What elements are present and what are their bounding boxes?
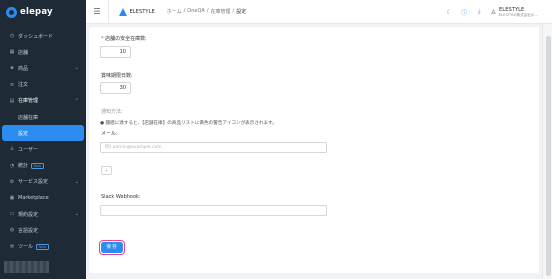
sidebar-nav: ◷ ダッシュボード ▦ 店舗 ◈ 商品 ⌄ ≡ 注文 ▤ 在庫管理 ⌃ 店舗在庫… (0, 24, 86, 255)
user-icon: ♙ (9, 146, 15, 153)
sidebar-item-tools[interactable]: ⚒ ツール New (0, 238, 86, 254)
sidebar-item-label: 言語設定 (18, 227, 39, 234)
new-badge: New (31, 162, 44, 169)
chevron-down-icon: ⌄ (74, 211, 79, 218)
tag-icon: ◈ (10, 65, 14, 72)
sidebar-item-label: 規約設定 (18, 211, 39, 218)
breadcrumb: ホーム / OneQA / 在庫管理 / 設定 (167, 8, 247, 15)
brand: ELESTYLE (118, 7, 155, 16)
expiry-days-label: 賞味期限日数: (101, 73, 133, 79)
chevron-down-icon: ⌄ (74, 178, 79, 185)
required-mark: * (101, 36, 104, 42)
scrollbar-thumb[interactable] (545, 36, 551, 276)
sidebar-item-inventory[interactable]: ▤ 在庫管理 ⌃ (0, 93, 86, 109)
breadcrumb-separator: / (232, 8, 235, 14)
chart-icon: ◔ (9, 162, 15, 169)
safety-stock-label-text: 店舗の安全在庫数: (105, 36, 147, 42)
elepay-logo-icon (6, 6, 17, 18)
sidebar-item-service-settings[interactable]: ⚙ サービス設定 ⌄ (0, 174, 86, 190)
sidebar-item-orders[interactable]: ≡ 注文 (0, 77, 86, 93)
expiry-days-input[interactable]: 30 (100, 82, 131, 94)
sidebar-item-terms[interactable]: ▭ 規約設定 ⌄ (0, 206, 86, 222)
sidebar-item-label: 店舗 (18, 49, 29, 56)
add-mail-button[interactable]: + (101, 166, 112, 175)
sidebar-item-label: ツール (18, 244, 34, 251)
sidebar-item-label: 在庫管理 (18, 98, 39, 105)
user-menu[interactable]: ♙ ELESTYLE ELESTYLE株式会社(E... (491, 7, 552, 18)
order-icon: ≡ (9, 81, 15, 88)
inventory-icon: ▤ (9, 97, 15, 104)
slack-webhook-input[interactable] (100, 205, 327, 216)
logo-text: elepay (20, 7, 53, 17)
clock-icon: ◷ (9, 33, 15, 40)
sidebar-item-label: 設定 (18, 130, 29, 137)
sidebar-item-label: 注文 (18, 82, 29, 89)
sidebar-item-marketplace[interactable]: ▣ Marketplace (0, 190, 86, 206)
brand-name: ELESTYLE (129, 8, 155, 15)
brand-logo-icon (118, 7, 127, 16)
user-avatar-icon: ♙ (490, 8, 497, 16)
breadcrumb-separator: / (206, 8, 209, 14)
sidebar-item-stores[interactable]: ▦ 店舗 (0, 44, 86, 60)
safety-stock-input[interactable]: 10 (100, 46, 131, 58)
sidebar-item-users[interactable]: ♙ ユーザー (0, 141, 86, 157)
user-info: ELESTYLE ELESTYLE株式会社(E... (499, 7, 538, 18)
safety-stock-label: * 店舗の安全在庫数: (101, 35, 147, 42)
breadcrumb-oneqa[interactable]: OneQA (187, 8, 205, 15)
sidebar-item-products[interactable]: ◈ 商品 ⌄ (0, 60, 86, 76)
moon-icon[interactable]: ☾ (442, 9, 457, 16)
save-button[interactable]: 保存 (101, 242, 123, 253)
market-icon: ▣ (9, 194, 15, 201)
sidebar-item-stats[interactable]: ◔ 統計 New (0, 158, 86, 174)
header-actions: ☾ ⓘ ⤓ ♙ ELESTYLE ELESTYLE株式会社(E... (442, 0, 552, 24)
sidebar-item-settings[interactable]: 設定 (2, 125, 84, 142)
sidebar-item-label: ユーザー (18, 146, 38, 153)
menu-toggle-icon[interactable]: ☰ (88, 7, 106, 16)
breadcrumb-settings: 設定 (236, 9, 247, 15)
blurred-footer (4, 261, 49, 273)
gear-icon: ⚙ (9, 178, 15, 185)
globe-icon: ◍ (9, 227, 15, 234)
top-header: ☰ ELESTYLE ホーム / OneQA / 在庫管理 / 設定 ☾ ⓘ ⤓… (86, 0, 552, 24)
slack-webhook-label: Slack Webhook: (101, 194, 141, 200)
breadcrumb-inventory[interactable]: 在庫管理 (211, 8, 231, 15)
logo[interactable]: elepay (0, 0, 86, 24)
help-icon[interactable]: ⓘ (457, 8, 472, 17)
sidebar-item-label: 統計 (18, 163, 29, 170)
mail-input[interactable]: 例) admin@example.com (100, 142, 327, 153)
sidebar: elepay ◷ ダッシュボード ▦ 店舗 ◈ 商品 ⌄ ≡ 注文 ▤ 在庫管理… (0, 0, 86, 279)
breadcrumb-home[interactable]: ホーム (167, 8, 182, 15)
breadcrumb-separator: / (183, 8, 186, 14)
store-icon: ▦ (9, 49, 15, 56)
sidebar-item-language[interactable]: ◍ 言語設定 (0, 222, 86, 238)
sidebar-item-label: サービス設定 (18, 179, 49, 186)
tool-icon: ⚒ (9, 243, 15, 250)
chevron-down-icon: ⌄ (74, 65, 79, 72)
sidebar-item-label: Marketplace (18, 194, 49, 201)
chevron-up-icon: ⌃ (74, 97, 79, 104)
sidebar-item-store-inventory[interactable]: 店舗在庫 (0, 109, 86, 125)
sidebar-item-label: 商品 (18, 65, 29, 72)
doc-icon: ▭ (9, 211, 15, 218)
mail-label: メール: (101, 131, 118, 137)
user-org: ELESTYLE株式会社(E... (499, 12, 538, 17)
sidebar-item-label: ダッシュボード (18, 33, 54, 40)
scrollbar[interactable] (542, 24, 552, 279)
sidebar-item-dashboard[interactable]: ◷ ダッシュボード (0, 28, 86, 44)
header-divider (108, 0, 109, 24)
notify-method-label: 通知方法: (101, 109, 123, 115)
notify-note: ● 閾値に達すると、【店舗在庫】の商品リストに黄色の警告アイコンが表示されます。 (100, 121, 277, 126)
download-icon[interactable]: ⤓ (472, 8, 487, 16)
new-badge: New (36, 243, 49, 250)
sidebar-item-label: 店舗在庫 (18, 114, 39, 121)
